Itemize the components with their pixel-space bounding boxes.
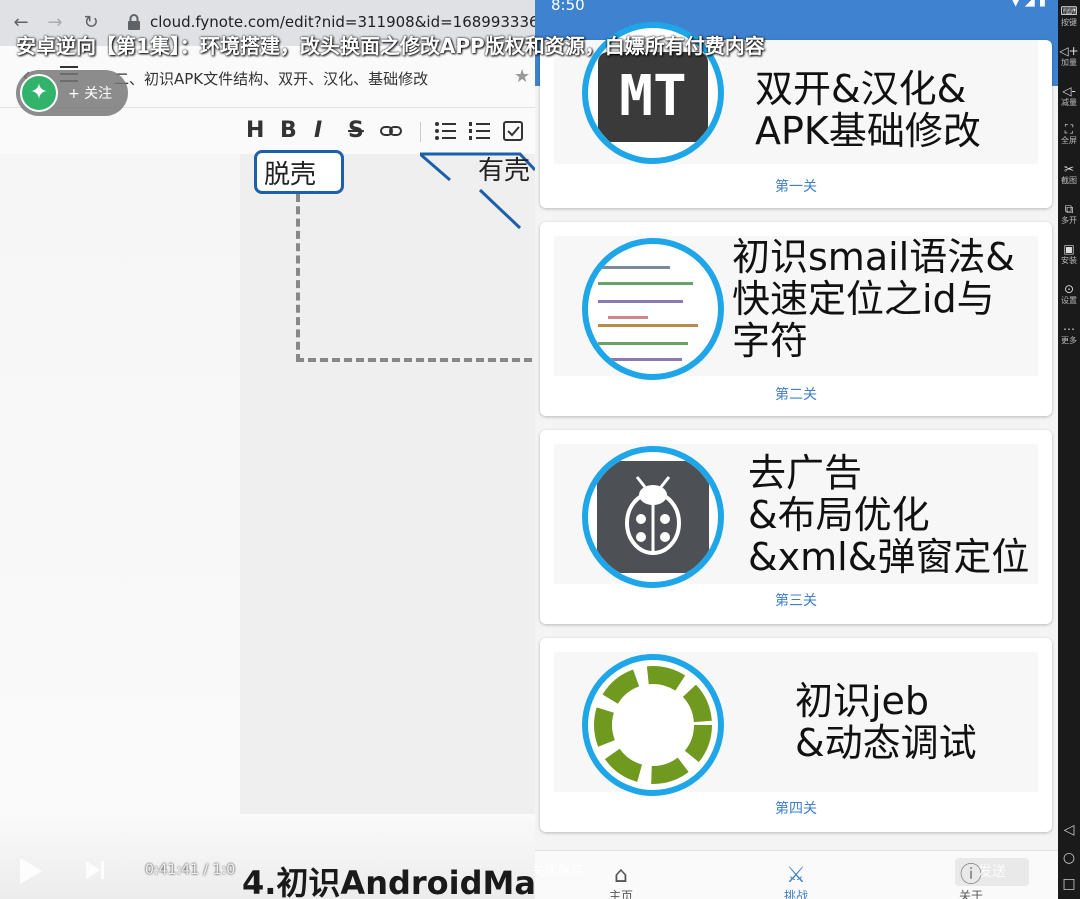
card-stage-label: 第三关 bbox=[775, 593, 817, 609]
ladybug-glyph bbox=[625, 476, 681, 555]
card-stage-label: 第二关 bbox=[775, 387, 817, 403]
star-icon[interactable]: ★ bbox=[514, 66, 530, 87]
playback-time: 0:41:41 / 1:0 bbox=[145, 862, 236, 878]
document-title: 二、初识APK文件结构、双开、汉化、基础修改 bbox=[114, 70, 429, 88]
bullet-list-icon[interactable] bbox=[434, 121, 456, 141]
android-home-icon[interactable]: ○ bbox=[1058, 850, 1080, 866]
italic-button[interactable]: I bbox=[314, 118, 322, 144]
challenge-card[interactable]: 初识jeb &动态调试 第四关 bbox=[540, 638, 1052, 832]
next-icon-bar bbox=[101, 861, 104, 879]
apk-icon: ▣ bbox=[1063, 242, 1075, 256]
keyboard-icon: ⌨ bbox=[1060, 4, 1078, 18]
more-icon: ⋯ bbox=[1063, 322, 1075, 336]
canvas-margin bbox=[0, 154, 240, 814]
danmaku-send-button[interactable]: 发送 bbox=[955, 858, 1029, 886]
link-icon[interactable] bbox=[380, 123, 402, 139]
screen: ← → ↻ cloud.fynote.com/edit?nid=311908&i… bbox=[0, 0, 1080, 899]
mt-badge: MT bbox=[598, 52, 708, 142]
code-lines bbox=[598, 266, 698, 361]
card-heading: 初识smail语法& 快速定位之id与 字符 bbox=[732, 235, 1015, 363]
ladybug-tile bbox=[597, 461, 709, 573]
uploader-avatar[interactable]: ✦ bbox=[20, 74, 58, 112]
volume-down-icon: ◁- bbox=[1062, 84, 1076, 98]
emulator-fullscreen-button[interactable]: ⛶ 全屏 bbox=[1058, 122, 1080, 146]
checklist-icon[interactable] bbox=[502, 120, 524, 142]
strikethrough-button[interactable]: S bbox=[348, 118, 364, 144]
gear-glyph bbox=[594, 666, 712, 784]
status-icons: ▼ ◢ ▮ bbox=[1010, 0, 1046, 9]
emulator-volume-down-button[interactable]: ◁- 减量 bbox=[1058, 84, 1080, 108]
emulator-screenshot-button[interactable]: ✂ 截图 bbox=[1058, 162, 1080, 186]
browser-window: ← → ↻ cloud.fynote.com/edit?nid=311908&i… bbox=[0, 0, 535, 899]
emulator-install-apk-button[interactable]: ▣ 安装 bbox=[1058, 242, 1080, 266]
next-icon[interactable] bbox=[86, 861, 100, 879]
mindmap-dashed-connector bbox=[296, 194, 535, 362]
mindmap-node-label: 脱壳 bbox=[264, 160, 317, 190]
challenge-card[interactable]: 去广告 &布局优化 &xml&弹窗定位 第三关 bbox=[540, 430, 1052, 624]
jeb-gear-icon bbox=[582, 654, 724, 796]
toolbar-divider bbox=[420, 122, 421, 142]
emulator-keymap-button[interactable]: ⌨ 按键 bbox=[1058, 4, 1080, 28]
card-stage-label: 第一关 bbox=[775, 179, 817, 195]
numbered-list-icon[interactable] bbox=[468, 121, 490, 141]
danmaku-toggle[interactable]: 关闭弹幕 bbox=[532, 860, 584, 879]
follow-label: + 关注 bbox=[68, 86, 113, 102]
video-title: 安卓逆向【第1集】：环境搭建，改头换面之修改APP版权和资源，白嫖所有付费内容 bbox=[16, 34, 765, 58]
card-stage-label: 第四关 bbox=[775, 801, 817, 817]
emulator-sidebar: ⌨ 按键 ◁+ 加量 ◁- 减量 ⛶ 全屏 ✂ 截图 ⧉ 多开 ▣ 安装 ⊙ 设 bbox=[1058, 0, 1080, 899]
card-heading: 去广告 &布局优化 &xml&弹窗定位 bbox=[748, 451, 1030, 579]
challenge-card[interactable]: MT 双开&汉化& APK基础修改 第一关 bbox=[540, 22, 1052, 208]
bold-button[interactable]: B bbox=[280, 118, 297, 144]
lock-icon bbox=[128, 14, 140, 30]
address-bar-url[interactable]: cloud.fynote.com/edit?nid=311908&id=1689… bbox=[150, 13, 535, 31]
mindmap-node-label: 有壳 bbox=[478, 156, 531, 186]
ladybug-icon bbox=[582, 446, 724, 588]
multi-window-icon: ⧉ bbox=[1064, 202, 1074, 216]
video-controls: 0:41:41 / 1:0 关闭弹幕 发送 bbox=[0, 850, 1040, 899]
phone-screen: 8:50 ▼ ◢ ▮ 挑战 MT 双开&汉化& APK基础修改 第一关 bbox=[535, 0, 1058, 899]
heading-button[interactable]: H bbox=[246, 118, 264, 144]
android-back-icon[interactable]: ◁ bbox=[1058, 822, 1080, 838]
play-icon[interactable] bbox=[20, 858, 42, 884]
smali-code-icon bbox=[582, 238, 724, 380]
card-heading: 双开&汉化& APK基础修改 bbox=[755, 67, 981, 153]
emulator-volume-up-button[interactable]: ◁+ 加量 bbox=[1058, 44, 1080, 68]
android-recents-icon[interactable]: □ bbox=[1058, 876, 1080, 892]
emulator-multi-instance-button[interactable]: ⧉ 多开 bbox=[1058, 202, 1080, 226]
fullscreen-icon: ⛶ bbox=[1064, 122, 1074, 136]
challenge-card[interactable]: 初识smail语法& 快速定位之id与 字符 第二关 bbox=[540, 222, 1052, 416]
emulator-more-button[interactable]: ⋯ 更多 bbox=[1058, 322, 1080, 346]
card-heading: 初识jeb &动态调试 bbox=[795, 679, 977, 765]
emulator-settings-button[interactable]: ⊙ 设置 bbox=[1058, 282, 1080, 306]
volume-up-icon: ◁+ bbox=[1059, 44, 1079, 58]
scissors-icon: ✂ bbox=[1063, 162, 1075, 176]
status-time: 8:50 bbox=[551, 0, 585, 14]
settings-icon: ⊙ bbox=[1063, 282, 1075, 296]
follow-button[interactable]: ✦ + 关注 bbox=[16, 70, 128, 116]
